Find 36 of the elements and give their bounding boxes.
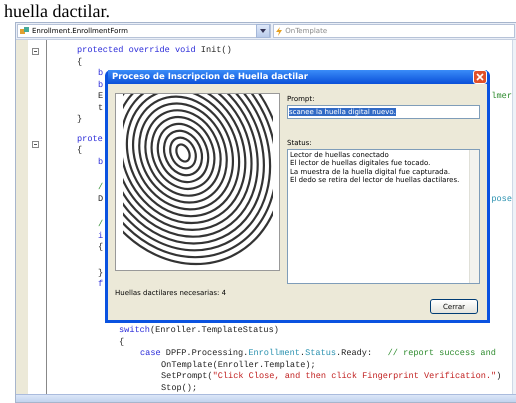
code-line: switch(Enroller.TemplateStatus) [119, 325, 279, 336]
collapse-icon [32, 48, 39, 55]
code-line: } [77, 114, 82, 126]
code-line: b [98, 68, 104, 80]
code-line: protected override void Init() [77, 45, 232, 56]
code-line: E [98, 91, 104, 102]
caret-icon[interactable] [256, 24, 270, 38]
code-line: f [98, 279, 104, 290]
code-line: } [98, 268, 104, 279]
horizontal-scrollbar[interactable] [16, 394, 516, 402]
code-line: { [119, 336, 124, 348]
code-line: t [98, 102, 104, 114]
class-icon [20, 27, 29, 35]
vertical-scrollbar[interactable] [469, 150, 479, 283]
code-line: prote [77, 134, 103, 145]
code-line: i [98, 230, 104, 242]
close-icon [476, 73, 484, 81]
code-line: SetPrompt("Click Close, and then click Fingerprint Verification.") [161, 371, 502, 382]
code-line: { [77, 56, 82, 68]
close-button[interactable] [473, 70, 487, 84]
code-line: case DPFP.Processing.Enrollment.Status.Ready: // report success and [140, 348, 496, 360]
code-line: / [98, 182, 104, 194]
code-fragment: lmer [491, 91, 512, 102]
code-line: OnTemplate(Enroller.Template); [161, 360, 316, 371]
collapse-icon [32, 141, 39, 148]
dialog-title: Proceso de Inscripcion de Huella dactilar [112, 72, 308, 82]
code-line: b [98, 156, 104, 168]
code-line: / [98, 219, 104, 230]
code-line: D [98, 194, 104, 205]
lightning-icon [276, 26, 282, 36]
code-line: Stop(); [161, 382, 198, 394]
code-line: { [98, 242, 104, 254]
heading-text: huella dactilar. [4, 1, 110, 21]
code-line: { [77, 145, 82, 156]
code-fragment: pose [491, 194, 512, 205]
code-line: b [98, 80, 104, 91]
